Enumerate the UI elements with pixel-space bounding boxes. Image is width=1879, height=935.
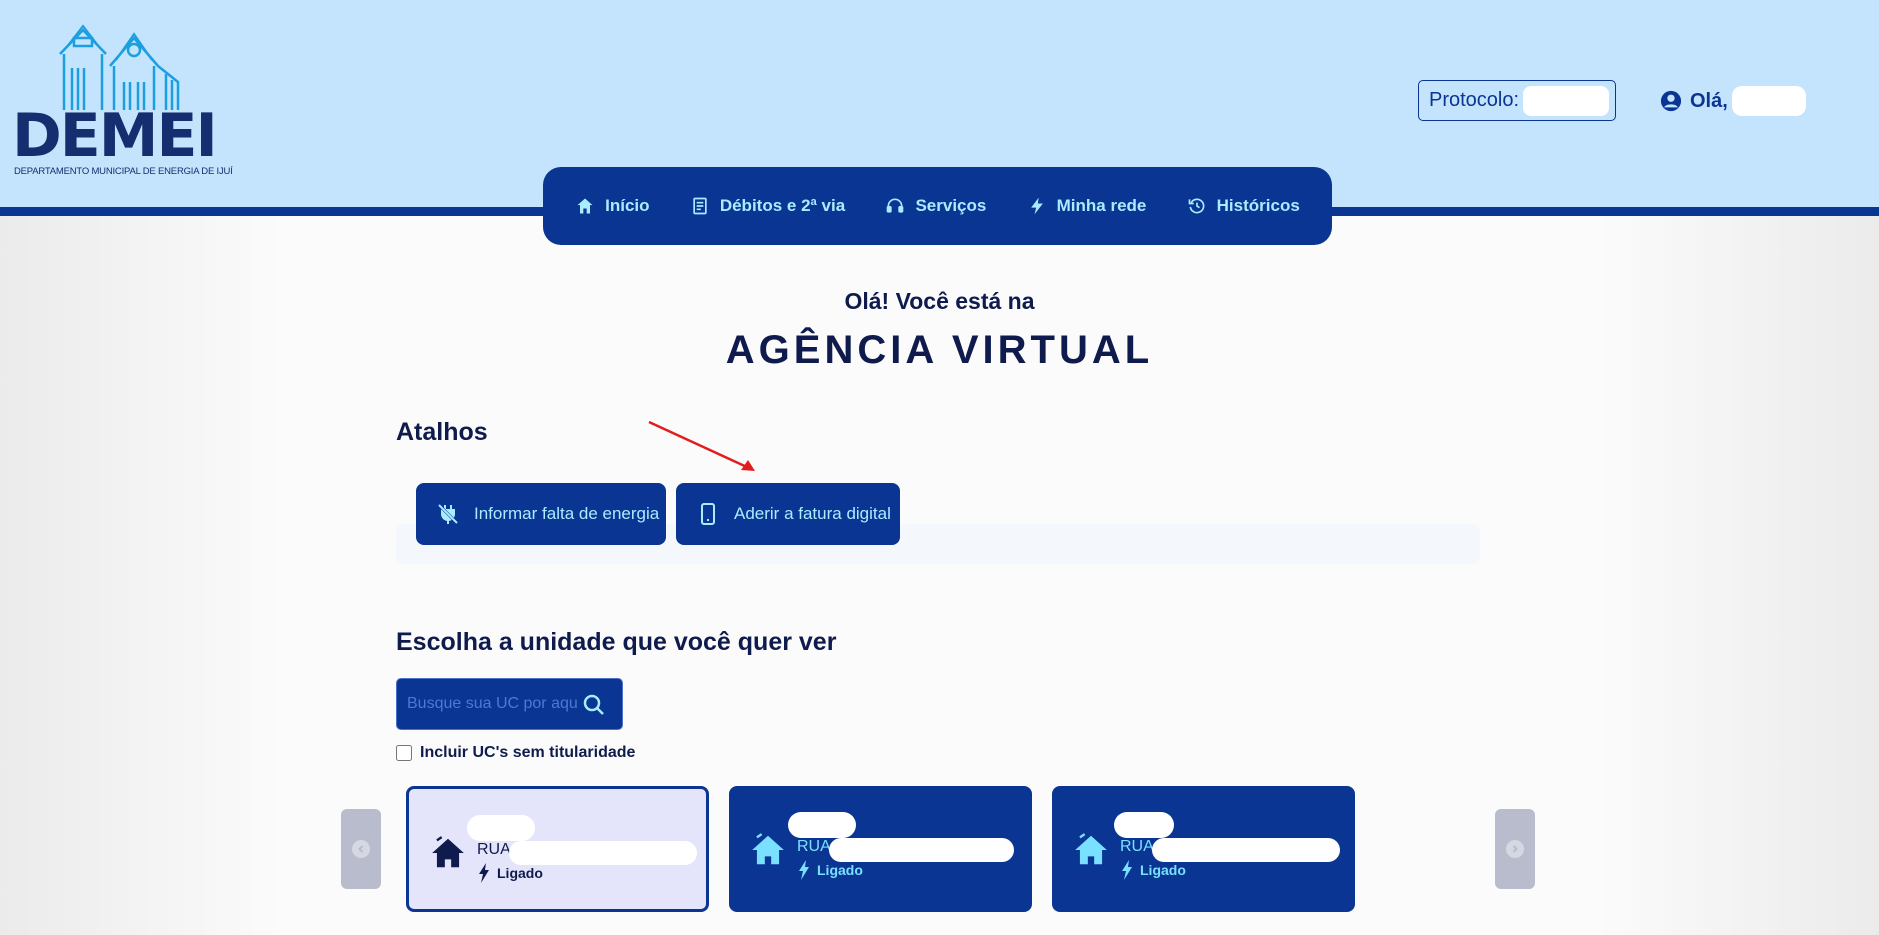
user-greeting[interactable]: Olá, [1660,86,1806,116]
uc-status-label: Ligado [497,865,543,881]
nav-label: Minha rede [1056,196,1147,215]
uc-search-box [396,678,623,730]
house-icon [1075,833,1107,865]
search-icon[interactable] [582,693,606,717]
history-icon [1188,198,1205,214]
uc-street: RUA [797,838,831,855]
protocol-label: Protocolo: [1429,89,1520,111]
logo-subtitle: DEPARTAMENTO MUNICIPAL DE ENERGIA DE IJU… [14,166,233,177]
protocol-number-redacted [1523,85,1610,116]
nav-label: Serviços [915,196,987,215]
nav-item-inicio[interactable]: Início [575,196,650,216]
protocol-box[interactable]: Protocolo: [1418,80,1616,121]
hero-subtitle: Olá! Você está na [844,288,1035,314]
uc-card[interactable]: RUA Ligado [406,786,709,912]
uc-card[interactable]: RUA Ligado [729,786,1032,912]
uc-name-redacted [467,815,535,841]
uc-status-label: Ligado [1140,862,1186,878]
uc-street: RUA [477,841,511,858]
uc-address-redacted [1152,838,1340,862]
nav-label: Início [605,196,650,215]
nav-label: Débitos e 2ª via [719,196,846,215]
uc-search-input[interactable] [407,695,577,713]
page-title: AGÊNCIA VIRTUAL [725,328,1154,372]
uc-status: Ligado [1120,860,1186,880]
buildings-logo-icon [59,24,180,110]
uc-name-redacted [1114,812,1174,838]
receipt-icon [693,197,707,215]
uc-status: Ligado [797,860,863,880]
include-uc-label: Incluir UC's sem titularidade [420,744,636,761]
lightning-icon [799,860,809,880]
house-icon [432,836,464,868]
main-nav: Início Débitos e 2ª via Serviços Minha r… [543,167,1332,245]
nav-item-servicos[interactable]: Serviços [885,196,986,216]
uc-card[interactable]: RUA Ligado [1052,786,1355,912]
lightning-icon [1030,197,1043,215]
nav-item-historicos[interactable]: Históricos [1187,196,1300,216]
chevron-right-icon [1512,845,1518,853]
user-name-redacted [1731,86,1806,116]
include-uc-checkbox-row[interactable]: Incluir UC's sem titularidade [396,744,635,762]
plug-off-icon [437,503,459,525]
nav-item-minha-rede[interactable]: Minha rede [1027,196,1147,216]
carousel-prev-button[interactable] [341,809,381,889]
nav-item-debitos[interactable]: Débitos e 2ª via [690,196,845,216]
home-icon [577,198,593,214]
lightning-icon [1122,860,1132,880]
uc-street: RUA [1120,838,1154,855]
house-icon [752,833,784,865]
uc-status-label: Ligado [817,862,863,878]
user-circle-icon [1660,90,1682,112]
shortcut-label: Aderir a fatura digital [734,504,891,523]
logo-wordmark: DEMEI [12,101,218,171]
report-outage-button[interactable]: Informar falta de energia [416,483,666,545]
carousel-next-button[interactable] [1495,809,1535,889]
include-uc-checkbox[interactable] [396,745,412,761]
shortcuts-title: Atalhos [396,418,488,446]
lightning-icon [479,863,489,883]
uc-name-redacted [788,812,856,838]
demei-logo[interactable]: DEMEI DEPARTAMENTO MUNICIPAL DE ENERGIA … [12,24,233,182]
digital-invoice-button[interactable]: Aderir a fatura digital [676,483,900,545]
phone-icon [701,503,715,525]
shortcut-label: Informar falta de energia [474,504,660,523]
headset-icon [887,198,904,213]
uc-status: Ligado [477,863,543,883]
nav-label: Históricos [1216,196,1300,215]
uc-address-redacted [509,841,697,865]
chevron-left-icon [358,845,364,853]
greeting-text: Olá, [1690,89,1728,112]
units-title: Escolha a unidade que você quer ver [396,628,837,656]
annotation-arrow-icon [648,420,755,471]
uc-address-redacted [829,838,1014,862]
